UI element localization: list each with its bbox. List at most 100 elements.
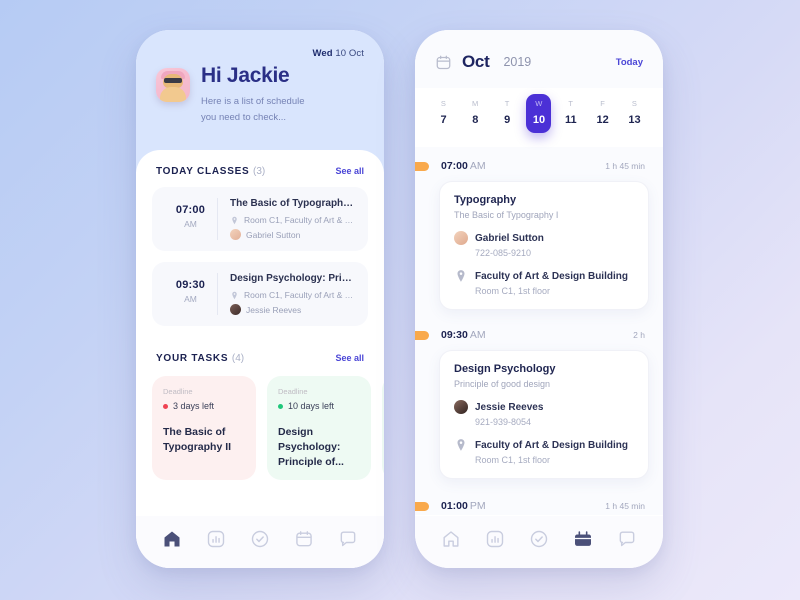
class-title: Design Psychology: Principle of... [230,273,356,284]
week-day-number: 10 [532,114,546,126]
slot-time-meridiem: AM [469,329,486,341]
week-day-number: 7 [440,114,447,126]
week-day-9[interactable]: T 9 [495,94,520,133]
location-pin-icon [457,439,465,451]
event-card[interactable]: Typography The Basic of Typography I Gab… [439,181,649,310]
slot-time-value: 07:00 [441,160,468,172]
event-card[interactable]: Design Psychology Principle of good desi… [439,350,649,479]
event-location: Faculty of Art & Design Building [475,270,628,282]
class-row[interactable]: 07:00 AM The Basic of Typography II Room… [152,187,368,251]
calendar-icon[interactable] [573,529,593,549]
week-day-10-selected[interactable]: W 10 [526,94,552,133]
your-tasks-title: YOUR TASKS (4) [156,353,244,364]
slot-time-value: 01:00 [441,500,468,512]
task-card[interactable]: Deadline 10 days left Design Psychology:… [267,376,371,480]
slot-marker-pill [415,161,429,171]
agenda-slot-header: 07:00 AM 1 h 45 min [415,151,663,181]
class-row[interactable]: 09:30 AM Design Psychology: Principle of… [152,262,368,326]
week-day-dow: S [440,99,447,108]
task-name: Design Psychology: Principle of... [278,426,344,468]
task-card[interactable]: Deadline 3 days left The Basic of Typogr… [152,376,256,480]
today-classes-see-all[interactable]: See all [335,166,364,176]
calendar-icon[interactable] [294,529,314,549]
week-day-12[interactable]: F 12 [590,94,615,133]
slot-time: 07:00 AM [441,160,486,172]
your-tasks-count: (4) [231,353,245,364]
class-teacher: Jessie Reeves [246,304,302,315]
class-time-meridiem: AM [184,219,197,229]
event-person-name: Jessie Reeves [475,401,544,413]
calendar-year: 2019 [503,55,532,69]
class-time-hour: 07:00 [175,204,206,216]
chart-icon[interactable] [206,529,226,549]
event-room: Room C1, 1st floor [475,286,551,296]
week-day-dow: F [600,99,606,108]
your-tasks-see-all[interactable]: See all [335,353,364,363]
week-day-8[interactable]: M 8 [463,94,488,133]
check-circle-icon[interactable] [529,529,549,549]
event-location: Faculty of Art & Design Building [475,439,628,451]
task-days-left: 3 days left [173,401,215,411]
task-deadline-label: Deadline [278,387,308,396]
event-person-avatar [454,231,468,245]
event-person-phone[interactable]: 921-939-8054 [475,417,634,427]
calendar-icon [436,55,451,69]
event-person-name: Gabriel Sutton [475,232,544,244]
slot-marker-pill [415,330,429,340]
header-subtitle: Here is a list of schedule you need to c… [201,94,305,125]
today-button[interactable]: Today [616,57,643,68]
week-day-number: 9 [504,114,511,126]
week-day-13[interactable]: S 13 [622,94,647,133]
week-day-dow: T [504,99,510,108]
week-day-dow: W [535,99,543,108]
class-time: 07:00 AM [164,198,218,240]
calendar-header: Oct 2019 Today [415,30,663,88]
slot-duration: 1 h 45 min [605,501,645,511]
class-title: The Basic of Typography II [230,198,356,209]
chat-icon[interactable] [338,529,358,549]
check-circle-icon[interactable] [250,529,270,549]
page-title: Hi Jackie [201,64,290,87]
slot-time-value: 09:30 [441,329,468,341]
phone-calendar-screen: Oct 2019 Today S 7 M 8 T 9 W 10 T 11 F 1… [415,30,663,568]
home-icon[interactable] [162,529,182,549]
avatar[interactable] [156,68,190,102]
home-icon[interactable] [441,529,461,549]
class-teacher: Gabriel Sutton [246,229,301,240]
event-person-phone[interactable]: 722-085-9210 [475,248,634,258]
week-day-number: 13 [628,114,641,126]
calendar-month: Oct [462,52,490,71]
location-pin-icon [457,270,465,282]
slot-time: 09:30 AM [441,329,486,341]
chart-icon[interactable] [485,529,505,549]
event-title: Typography [454,194,517,206]
week-day-dow: M [472,99,479,108]
class-teacher-avatar [230,229,241,240]
home-sheet: TODAY CLASSES (3) See all 07:00 AM The B… [136,150,384,568]
week-day-11[interactable]: T 11 [558,94,583,133]
week-strip: S 7 M 8 T 9 W 10 T 11 F 12 S 13 [415,88,663,147]
week-day-dow: T [568,99,574,108]
header-date-weekday: Wed [312,48,333,59]
phone-home-screen: Wed 10 Oct Hi Jackie Here is a list of s… [136,30,384,568]
chat-icon[interactable] [617,529,637,549]
slot-marker-pill [415,501,429,511]
week-day-number: 11 [564,114,577,126]
task-deadline-label: Deadline [163,387,193,396]
week-day-number: 8 [472,114,479,126]
week-day-7[interactable]: S 7 [431,94,456,133]
task-card[interactable]: Deadline Design Psychology Principle of [382,376,384,480]
your-tasks-label: YOUR TASKS [156,353,229,364]
location-pin-icon [232,291,237,299]
event-title: Design Psychology [454,363,556,375]
tasks-carousel[interactable]: Deadline 3 days left The Basic of Typogr… [136,376,384,480]
class-time: 09:30 AM [164,273,218,315]
class-location: Room C1, Faculty of Art & Design... [244,290,356,300]
your-tasks-header: YOUR TASKS (4) See all [136,337,384,374]
week-day-number: 12 [596,114,609,126]
event-room: Room C1, 1st floor [475,455,551,465]
slot-duration: 1 h 45 min [605,161,645,171]
task-name: The Basic of Typography II [163,426,232,453]
header-date: Wed 10 Oct [156,48,364,59]
slot-time-meridiem: PM [469,500,486,512]
